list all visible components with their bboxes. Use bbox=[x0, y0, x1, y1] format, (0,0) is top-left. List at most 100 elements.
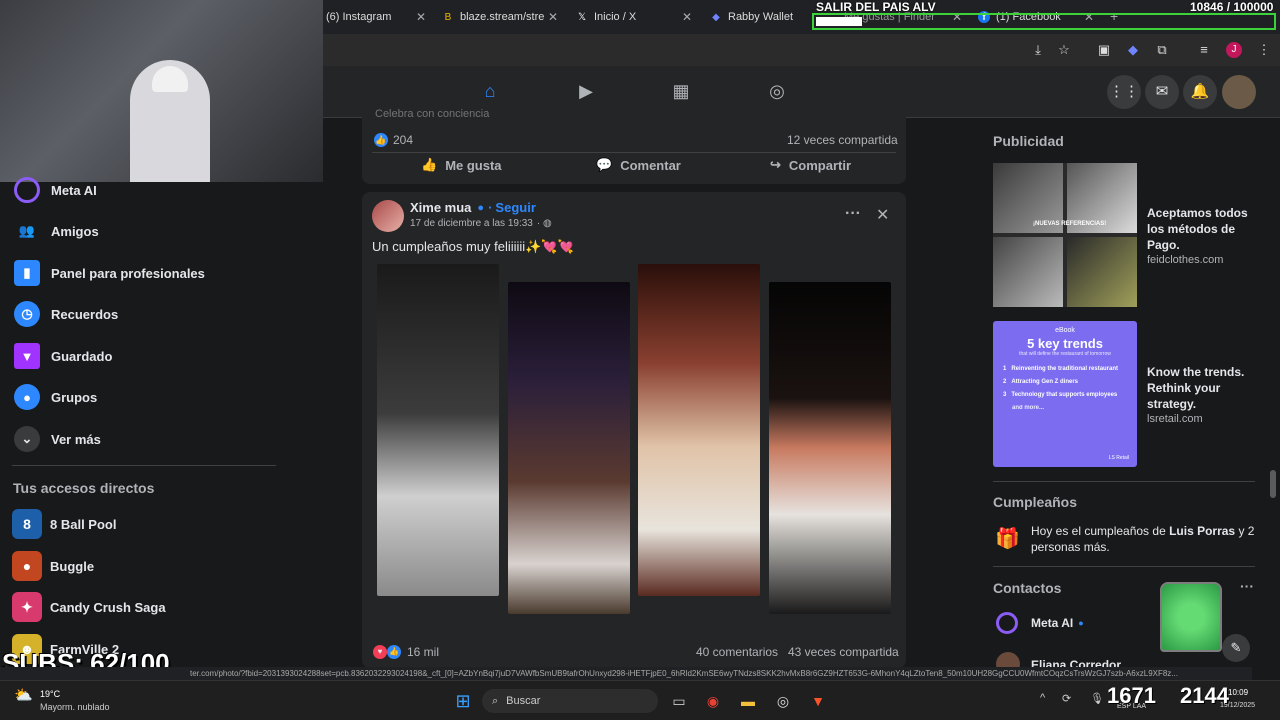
sidebar-divider bbox=[12, 465, 276, 466]
install-app-icon[interactable]: ⤓ bbox=[1030, 42, 1046, 58]
marketplace-icon[interactable]: ▦ bbox=[670, 80, 692, 102]
bookmark-star-icon[interactable]: ☆ bbox=[1056, 42, 1072, 58]
search-icon: ⌕ bbox=[492, 694, 499, 707]
tray-chevron-up-icon[interactable]: ^ bbox=[1040, 692, 1045, 704]
sidebar-see-more[interactable]: ⌄ Ver más bbox=[14, 424, 101, 454]
browser-menu-icon[interactable]: ⋮ bbox=[1256, 42, 1272, 58]
candy-crush-icon: ✦ bbox=[12, 592, 42, 622]
action-divider bbox=[372, 152, 896, 153]
previous-post-reactions[interactable]: 204 bbox=[393, 133, 413, 147]
post-author-line: Xime mua ● · Seguir bbox=[410, 200, 536, 215]
like-reaction-icon: 👍 bbox=[387, 645, 401, 659]
sidebar-item-guardado[interactable]: ▼ Guardado bbox=[14, 341, 112, 371]
friends-icon: 👥 bbox=[18, 223, 36, 238]
more-options-icon[interactable]: ··· bbox=[845, 205, 861, 223]
birthdays-title: Cumpleaños bbox=[993, 494, 1078, 510]
author-avatar[interactable] bbox=[372, 200, 404, 232]
close-tab-icon[interactable]: ✕ bbox=[682, 10, 692, 24]
love-reaction-icon: ♥ bbox=[373, 645, 387, 659]
sidebar-item-recuerdos[interactable]: ◷ Recuerdos bbox=[14, 299, 118, 329]
microphone-icon[interactable]: 🎙 bbox=[1090, 692, 1104, 705]
ad-image-sneakers[interactable]: ¡NUEVAS REFERENCIAS! bbox=[993, 163, 1137, 307]
close-post-icon[interactable]: ✕ bbox=[876, 205, 889, 225]
extensions-puzzle-icon[interactable]: ⧉ bbox=[1154, 42, 1170, 58]
sidebar-item-amigos[interactable]: 👥 Amigos bbox=[14, 216, 99, 246]
extension-icon[interactable]: ▣ bbox=[1096, 42, 1112, 58]
ad-image-text: ¡NUEVAS REFERENCIAS! bbox=[1033, 221, 1107, 227]
ad-headline-2[interactable]: Know the trends. Rethink your strategy. bbox=[1147, 364, 1257, 412]
ad-domain-2[interactable]: lsretail.com bbox=[1147, 413, 1203, 425]
post-date[interactable]: 17 de diciembre a las 19:33 bbox=[410, 218, 533, 229]
menu-grid-icon[interactable]: ⋮⋮ bbox=[1107, 75, 1141, 109]
memories-clock-icon: ◷ bbox=[14, 301, 40, 327]
video-icon[interactable]: ▶ bbox=[575, 80, 597, 102]
post-comments-count[interactable]: 40 comentarios bbox=[696, 645, 778, 659]
shortcut-buggle[interactable]: ● Buggle bbox=[12, 551, 94, 581]
thumbs-up-icon: 👍 bbox=[421, 157, 438, 172]
tab-instagram[interactable]: (6) Instagram ✕ bbox=[326, 6, 426, 28]
groups-icon[interactable]: ◎ bbox=[766, 80, 788, 102]
previous-post-shares[interactable]: 12 veces compartida bbox=[787, 133, 898, 147]
new-message-icon[interactable]: ✎ bbox=[1222, 634, 1250, 662]
media-controls-icon[interactable]: ≡ bbox=[1196, 42, 1212, 58]
windows-start-icon[interactable]: ⊞ bbox=[452, 690, 474, 712]
contact-meta-ai[interactable]: Meta AI ● bbox=[1031, 616, 1084, 630]
post-reactions-count[interactable]: 16 mil bbox=[407, 645, 439, 659]
brave-icon[interactable]: ▼ bbox=[807, 690, 829, 712]
ebook-item-1: 1 Reinventing the traditional restaurant bbox=[1003, 366, 1119, 372]
ad-headline-1[interactable]: Aceptamos todos los métodos de Pago. bbox=[1147, 205, 1257, 253]
scrollbar-thumb[interactable] bbox=[1270, 470, 1276, 498]
saved-bookmark-icon: ▼ bbox=[14, 343, 40, 369]
post-photo-3[interactable] bbox=[638, 264, 760, 596]
post-photo-4[interactable] bbox=[769, 282, 891, 614]
task-view-icon[interactable]: ▭ bbox=[668, 690, 690, 712]
tab-rabby[interactable]: ◆ Rabby Wallet bbox=[710, 6, 810, 28]
post-author[interactable]: Xime mua bbox=[410, 200, 471, 215]
home-icon[interactable]: ⌂ bbox=[479, 80, 501, 102]
shortcut-8-ball-pool[interactable]: 8 8 Ball Pool bbox=[12, 509, 116, 539]
comment-button[interactable]: 💬 Comentar bbox=[596, 157, 681, 173]
sneaker-photo-3 bbox=[993, 237, 1063, 307]
birthday-text[interactable]: Hoy es el cumpleaños de Luis Porras y 2 … bbox=[1031, 523, 1261, 555]
follow-button[interactable]: Seguir bbox=[495, 200, 535, 215]
chrome-icon[interactable]: ◉ bbox=[702, 690, 724, 712]
ad-image-ebook[interactable]: eBook 5 key trends that will define the … bbox=[993, 321, 1137, 467]
rabby-icon: ◆ bbox=[712, 11, 720, 23]
contacts-options-icon[interactable]: ··· bbox=[1240, 578, 1254, 594]
shortcut-candy-crush[interactable]: ✦ Candy Crush Saga bbox=[12, 592, 166, 622]
post-photo-2[interactable] bbox=[508, 282, 630, 614]
file-explorer-icon[interactable]: ▬ bbox=[737, 690, 759, 712]
share-button[interactable]: ↪ Compartir bbox=[770, 157, 851, 173]
tab-x[interactable]: 𝕏 Inicio / X ✕ bbox=[576, 6, 692, 28]
profile-avatar-icon[interactable]: J bbox=[1226, 42, 1242, 58]
messenger-icon[interactable]: ✉ bbox=[1145, 75, 1179, 109]
sidebar-item-meta-ai[interactable]: Meta AI bbox=[14, 175, 97, 205]
post-meta: 17 de diciembre a las 19:33 · ◍ bbox=[410, 218, 552, 229]
like-button[interactable]: 👍 Me gusta bbox=[421, 157, 502, 173]
sidebar-item-panel[interactable]: ▮ Panel para profesionales bbox=[14, 258, 205, 288]
post-shares-count[interactable]: 43 veces compartida bbox=[788, 645, 899, 659]
taskbar-search[interactable]: ⌕ Buscar bbox=[482, 689, 658, 713]
ebook-item-2: 2 Attracting Gen Z diners bbox=[1003, 379, 1079, 385]
rabby-extension-icon[interactable]: ◆ bbox=[1125, 42, 1141, 58]
ads-title: Publicidad bbox=[993, 133, 1064, 149]
share-arrow-icon: ↪ bbox=[770, 157, 781, 172]
close-tab-icon[interactable]: ✕ bbox=[548, 10, 558, 24]
post-photo-1[interactable] bbox=[377, 264, 499, 596]
weather-desc[interactable]: Mayorm. nublado bbox=[40, 702, 110, 712]
ebook-subtitle: that will define the restaurant of tomor… bbox=[1019, 351, 1111, 357]
tray-app-icon[interactable]: ⟳ bbox=[1062, 692, 1071, 705]
goal-progress-fill bbox=[816, 17, 862, 26]
tab-blaze[interactable]: B blaze.stream/stre ✕ bbox=[442, 6, 558, 28]
weather-temp[interactable]: 19°C bbox=[40, 689, 60, 699]
notifications-bell-icon[interactable]: 🔔 bbox=[1183, 75, 1217, 109]
account-avatar[interactable] bbox=[1222, 75, 1256, 109]
post-text: Un cumpleaños muy feliiiiii✨💘💘 bbox=[372, 239, 574, 254]
browser-app-icon[interactable]: ◎ bbox=[772, 690, 794, 712]
verified-badge-icon: ● bbox=[477, 201, 485, 214]
taskbar-time[interactable]: 10:09 bbox=[1228, 688, 1248, 697]
sidebar-item-grupos[interactable]: ● Grupos bbox=[14, 382, 97, 412]
ebook-brand: LS Retail bbox=[1108, 455, 1129, 461]
close-tab-icon[interactable]: ✕ bbox=[416, 10, 426, 24]
ad-domain-1[interactable]: feidclothes.com bbox=[1147, 254, 1223, 266]
